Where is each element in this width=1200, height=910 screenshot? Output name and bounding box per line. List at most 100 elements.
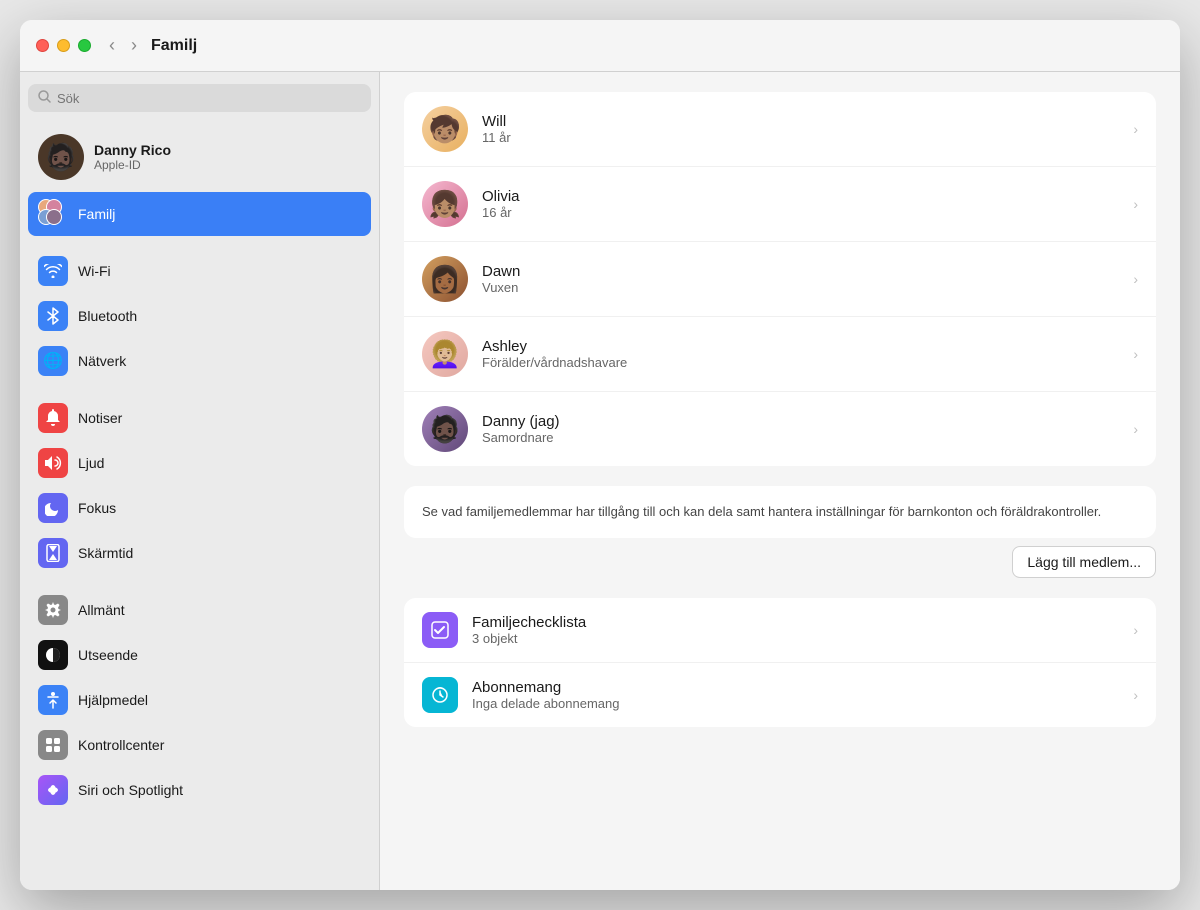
- siri-icon: [38, 775, 68, 805]
- sidebar-item-ljud[interactable]: Ljud: [28, 441, 371, 485]
- gear-icon: [38, 595, 68, 625]
- checklist-icon: [422, 612, 458, 648]
- main-window: ‹ › Familj 🧔🏿: [20, 20, 1180, 890]
- feature-name: Abonnemang: [472, 679, 1133, 696]
- bell-icon: [38, 403, 68, 433]
- accessibility-icon: [38, 685, 68, 715]
- search-input[interactable]: [57, 91, 361, 106]
- hourglass-icon: [38, 538, 68, 568]
- abonnemang-icon: [422, 677, 458, 713]
- member-name: Olivia: [482, 188, 1133, 205]
- sidebar-item-label: Nätverk: [78, 353, 126, 369]
- feature-row-checklist[interactable]: Familjechecklista 3 objekt ›: [404, 598, 1156, 663]
- sidebar-item-label: Familj: [78, 206, 115, 222]
- chevron-icon: ›: [1133, 196, 1138, 212]
- member-name: Will: [482, 113, 1133, 130]
- member-avatar-olivia: 👧🏽: [422, 181, 468, 227]
- back-button[interactable]: ‹: [103, 33, 121, 58]
- member-info-olivia: Olivia 16 år: [482, 188, 1133, 220]
- member-info-ashley: Ashley Förälder/vårdnadshavare: [482, 338, 1133, 370]
- controlcenter-icon: [38, 730, 68, 760]
- chevron-icon: ›: [1133, 346, 1138, 362]
- network-icon: 🌐: [38, 346, 68, 376]
- feature-name: Familjechecklista: [472, 614, 1133, 631]
- feature-sub: Inga delade abonnemang: [472, 696, 1133, 711]
- sidebar-item-kontrollcenter[interactable]: Kontrollcenter: [28, 723, 371, 767]
- profile-subtitle: Apple-ID: [94, 158, 171, 172]
- feature-row-abonnemang[interactable]: Abonnemang Inga delade abonnemang ›: [404, 663, 1156, 727]
- sidebar-item-label: Kontrollcenter: [78, 737, 164, 753]
- sidebar-item-bluetooth[interactable]: Bluetooth: [28, 294, 371, 338]
- sidebar-item-skarmtid[interactable]: Skärmtid: [28, 531, 371, 575]
- sidebar: 🧔🏿 Danny Rico Apple-ID Familj: [20, 72, 380, 890]
- member-avatar-ashley: 👩🏼‍🦱: [422, 331, 468, 377]
- nav-buttons: ‹ ›: [103, 33, 143, 58]
- description-text: Se vad familjemedlemmar har tillgång til…: [422, 504, 1101, 519]
- sidebar-item-fokus[interactable]: Fokus: [28, 486, 371, 530]
- add-member-button[interactable]: Lägg till medlem...: [1012, 546, 1156, 578]
- chevron-icon: ›: [1133, 687, 1138, 703]
- sidebar-item-hjalpmedel[interactable]: Hjälpmedel: [28, 678, 371, 722]
- wifi-icon: [38, 256, 68, 286]
- feature-sub: 3 objekt: [472, 631, 1133, 646]
- content-area: 🧔🏿 Danny Rico Apple-ID Familj: [20, 72, 1180, 890]
- feature-info-abonnemang: Abonnemang Inga delade abonnemang: [472, 679, 1133, 711]
- avatar: 🧔🏿: [38, 134, 84, 180]
- member-role: Vuxen: [482, 280, 1133, 295]
- family-icon: [38, 199, 68, 229]
- sidebar-item-label: Ljud: [78, 455, 104, 471]
- features-card: Familjechecklista 3 objekt ›: [404, 598, 1156, 727]
- member-role: Förälder/vårdnadshavare: [482, 355, 1133, 370]
- member-info-will: Will 11 år: [482, 113, 1133, 145]
- sidebar-item-familj[interactable]: Familj: [28, 192, 371, 236]
- member-avatar-dawn: 👩🏾: [422, 256, 468, 302]
- close-button[interactable]: [36, 39, 49, 52]
- traffic-lights: [36, 39, 91, 52]
- chevron-icon: ›: [1133, 121, 1138, 137]
- add-member-row: Lägg till medlem...: [404, 546, 1156, 578]
- bluetooth-icon: [38, 301, 68, 331]
- speaker-icon: [38, 448, 68, 478]
- sidebar-item-label: Bluetooth: [78, 308, 137, 324]
- search-bar[interactable]: [28, 84, 371, 112]
- minimize-button[interactable]: [57, 39, 70, 52]
- member-name: Ashley: [482, 338, 1133, 355]
- sidebar-item-label: Wi-Fi: [78, 263, 111, 279]
- appearance-icon: [38, 640, 68, 670]
- window-title: Familj: [151, 37, 197, 55]
- search-icon: [38, 90, 51, 106]
- profile-name: Danny Rico: [94, 142, 171, 158]
- sidebar-item-notiser[interactable]: Notiser: [28, 396, 371, 440]
- member-row[interactable]: 👧🏽 Olivia 16 år ›: [404, 167, 1156, 242]
- maximize-button[interactable]: [78, 39, 91, 52]
- member-info-danny: Danny (jag) Samordnare: [482, 413, 1133, 445]
- user-profile[interactable]: 🧔🏿 Danny Rico Apple-ID: [28, 126, 371, 188]
- member-row[interactable]: 👩🏾 Dawn Vuxen ›: [404, 242, 1156, 317]
- member-name: Danny (jag): [482, 413, 1133, 430]
- sidebar-item-wifi[interactable]: Wi-Fi: [28, 249, 371, 293]
- member-avatar-will: 🧒🏽: [422, 106, 468, 152]
- member-avatar-danny: 🧔🏿: [422, 406, 468, 452]
- sidebar-item-natverk[interactable]: 🌐 Nätverk: [28, 339, 371, 383]
- profile-info: Danny Rico Apple-ID: [94, 142, 171, 172]
- sidebar-item-allman[interactable]: Allmänt: [28, 588, 371, 632]
- titlebar: ‹ › Familj: [20, 20, 1180, 72]
- forward-button[interactable]: ›: [125, 33, 143, 58]
- member-name: Dawn: [482, 263, 1133, 280]
- sidebar-item-label: Hjälpmedel: [78, 692, 148, 708]
- member-role: Samordnare: [482, 430, 1133, 445]
- chevron-icon: ›: [1133, 421, 1138, 437]
- description-box: Se vad familjemedlemmar har tillgång til…: [404, 486, 1156, 538]
- sidebar-item-label: Fokus: [78, 500, 116, 516]
- sidebar-item-label: Allmänt: [78, 602, 125, 618]
- member-role: 11 år: [482, 130, 1133, 145]
- sidebar-item-label: Utseende: [78, 647, 138, 663]
- member-row[interactable]: 🧔🏿 Danny (jag) Samordnare ›: [404, 392, 1156, 466]
- member-row[interactable]: 🧒🏽 Will 11 år ›: [404, 92, 1156, 167]
- sidebar-item-siri[interactable]: Siri och Spotlight: [28, 768, 371, 812]
- member-row[interactable]: 👩🏼‍🦱 Ashley Förälder/vårdnadshavare ›: [404, 317, 1156, 392]
- sidebar-item-label: Skärmtid: [78, 545, 133, 561]
- chevron-icon: ›: [1133, 622, 1138, 638]
- sidebar-item-utseende[interactable]: Utseende: [28, 633, 371, 677]
- member-role: 16 år: [482, 205, 1133, 220]
